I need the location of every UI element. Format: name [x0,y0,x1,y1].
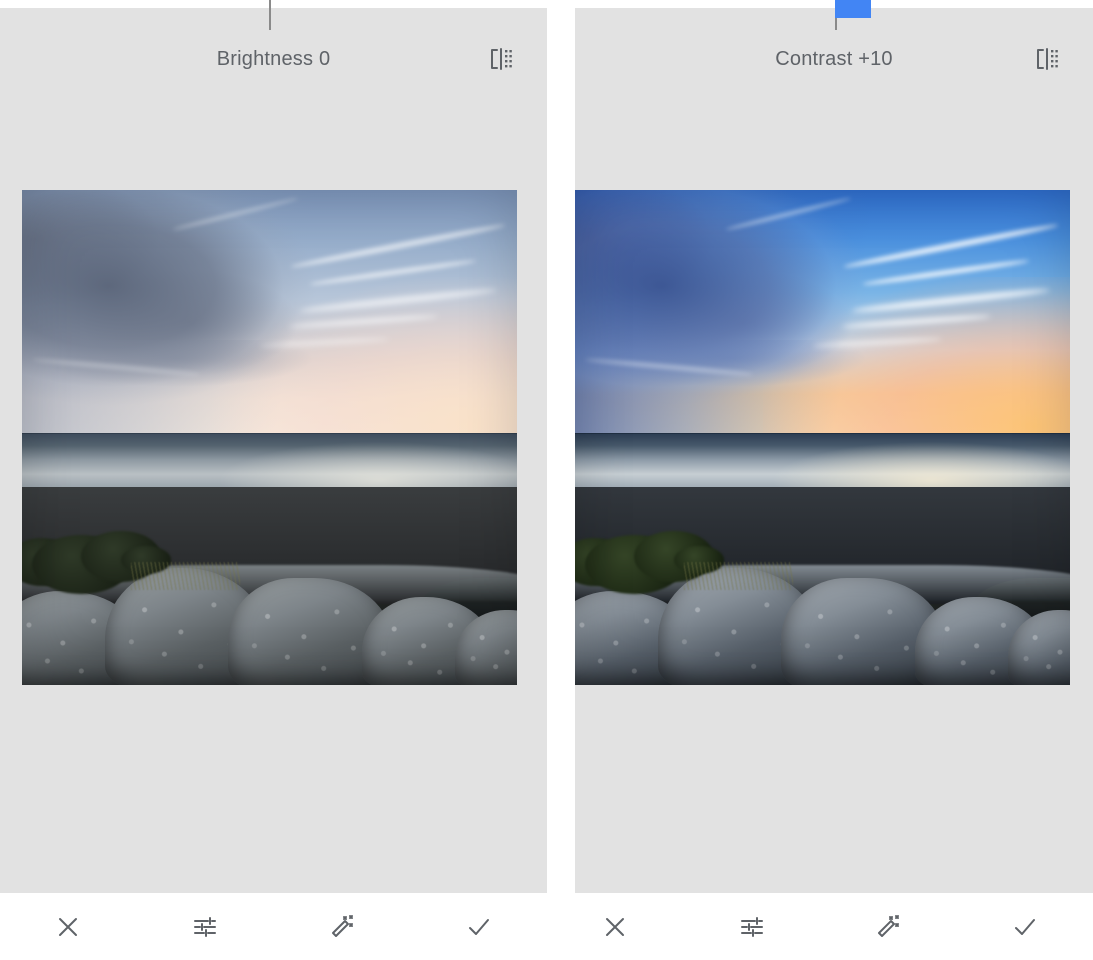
brightness-title: Brightness 0 [216,47,331,70]
contrast-photo[interactable] [575,190,1070,685]
sky-region [22,190,517,433]
photo-canvas-brightness [22,190,517,685]
confirm-button[interactable] [410,893,547,960]
grass-tuft [683,562,793,590]
cloud-underside [22,340,359,423]
brightness-photo[interactable] [22,190,517,685]
grass-tuft [130,562,240,590]
contrast-panel: Contrast +10 [547,0,1093,960]
sky-region [575,190,1070,433]
confirm-button[interactable] [957,893,1093,960]
cloud-underside [575,340,912,423]
compare-icon[interactable] [485,43,517,75]
scrub-line-brightness[interactable] [269,0,271,30]
auto-enhance-button[interactable] [820,893,957,960]
brightness-panel: Brightness 0 [0,0,547,960]
scrub-marker[interactable] [835,0,871,18]
cancel-button[interactable] [547,893,684,960]
brightness-toolbar [0,893,547,960]
adjust-button[interactable] [137,893,274,960]
foreground-region [575,487,1070,685]
scrub-line-contrast[interactable] [835,0,871,30]
compare-icon[interactable] [1031,43,1063,75]
contrast-toolbar [547,893,1093,960]
auto-enhance-button[interactable] [274,893,411,960]
brightness-header: Brightness 0 [0,30,547,88]
adjust-button[interactable] [684,893,821,960]
contrast-header: Contrast +10 [575,30,1093,88]
editor-comparison-screen: Brightness 0 Contrast +10 [0,0,1093,960]
foreground-region [22,487,517,685]
cancel-button[interactable] [0,893,137,960]
contrast-title: Contrast +10 [775,47,893,70]
photo-canvas-contrast [575,190,1070,685]
